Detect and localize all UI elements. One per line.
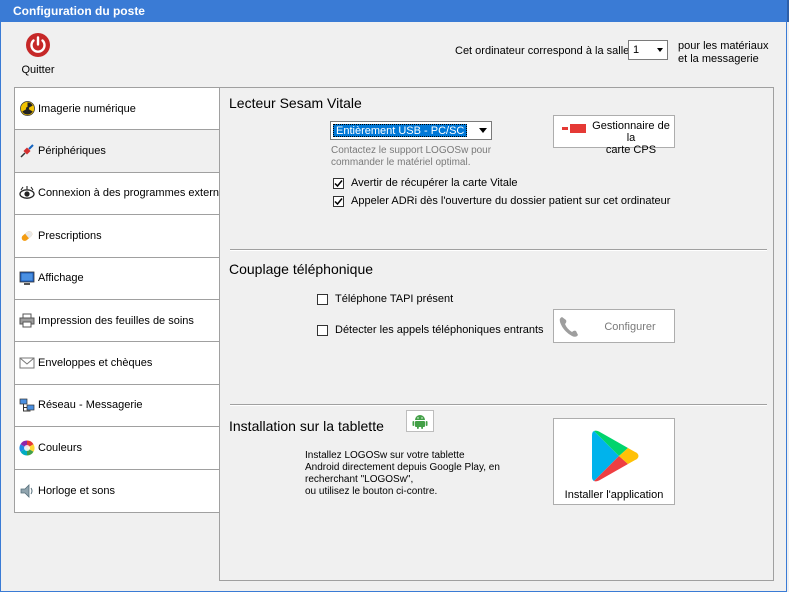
install-app-button[interactable]: Installer l'application — [553, 418, 675, 505]
color-wheel-icon — [19, 440, 35, 456]
checkbox-checked — [333, 195, 344, 207]
chevron-down-icon — [657, 48, 663, 52]
salle-select[interactable]: 1 — [628, 40, 668, 60]
install-instructions: Installez LOGOSw sur votre tablette Andr… — [305, 450, 500, 497]
checkbox-unchecked — [317, 324, 328, 336]
cps-card-icon — [560, 124, 586, 133]
incoming-calls-checkbox[interactable]: Détecter les appels téléphoniques entran… — [317, 324, 544, 336]
phone-section-title: Couplage téléphonique — [229, 261, 374, 277]
install-app-label: Installer l'application — [564, 489, 664, 501]
phone-icon — [559, 317, 578, 337]
nav-item-label: Horloge et sons — [38, 484, 116, 497]
nav-item-label: Affichage — [38, 272, 84, 285]
nav-item-label: Couleurs — [38, 441, 83, 454]
reader-type-value: Entièrement USB - PC/SC — [333, 124, 468, 137]
configure-phone-button[interactable]: Configurer — [553, 309, 675, 343]
section-divider — [230, 404, 767, 406]
tapi-checkbox[interactable]: Téléphone TAPI présent — [317, 293, 453, 305]
nav-item-prescriptions[interactable]: Prescriptions — [15, 215, 219, 258]
pill-icon — [19, 228, 35, 244]
sesam-section-title: Lecteur Sesam Vitale — [229, 95, 362, 111]
settings-panel: Lecteur Sesam Vitale Entièrement USB - P… — [219, 87, 774, 581]
nav-item-label: Prescriptions — [38, 229, 102, 242]
salle-label: Cet ordinateur correspond à la salle — [455, 45, 630, 57]
power-icon — [26, 33, 50, 57]
checkbox-checked — [333, 177, 344, 189]
nav-item-imagerie[interactable]: Imagerie numérique — [15, 88, 219, 131]
android-icon — [406, 410, 434, 432]
printer-icon — [19, 313, 35, 329]
speaker-icon — [19, 483, 35, 499]
nav-item-impression[interactable]: Impression des feuilles de soins — [15, 299, 219, 343]
radiation-icon — [19, 101, 35, 117]
nav-item-label: Impression des feuilles de soins — [38, 314, 194, 327]
network-icon — [19, 397, 35, 413]
nav-item-label: Enveloppes et chèques — [38, 357, 153, 370]
adri-call-checkbox[interactable]: Appeler ADRi dès l'ouverture du dossier … — [333, 195, 670, 207]
nav-item-label: Réseau - Messagerie — [38, 399, 143, 412]
nav-item-reseau[interactable]: Réseau - Messagerie — [15, 384, 219, 428]
salle-value: 1 — [633, 44, 640, 56]
nav-item-label: Périphériques — [38, 145, 106, 158]
chevron-down-icon — [475, 122, 491, 139]
eye-icon — [19, 185, 35, 201]
vitale-reminder-checkbox[interactable]: Avertir de récupérer la carte Vitale — [333, 177, 518, 189]
nav-item-couleurs[interactable]: Couleurs — [15, 427, 219, 470]
nav-item-horloge[interactable]: Horloge et sons — [15, 469, 219, 512]
tablet-section-title: Installation sur la tablette — [229, 418, 384, 434]
section-divider — [230, 249, 767, 251]
support-hint: Contactez le support LOGOSw pour command… — [331, 145, 492, 168]
nav-item-label: Imagerie numérique — [38, 102, 136, 115]
quit-label: Quitter — [21, 64, 55, 76]
quit-button[interactable]: Quitter — [16, 32, 60, 76]
reader-type-select[interactable]: Entièrement USB - PC/SC — [330, 121, 492, 140]
salle-suffix: pour les matériaux et la messagerie — [678, 40, 769, 65]
nav-item-peripheriques[interactable]: Périphériques — [15, 130, 219, 173]
cps-manager-label: Gestionnaire de la carte CPS — [592, 120, 670, 156]
category-nav: Imagerie numérique Périphériques Connexi… — [14, 87, 231, 513]
nav-item-label: Connexion à des programmes externes — [38, 187, 231, 200]
nav-item-connexion[interactable]: Connexion à des programmes externes — [15, 172, 231, 216]
nav-item-affichage[interactable]: Affichage — [15, 257, 219, 300]
checkbox-unchecked — [317, 293, 328, 305]
cps-manager-button[interactable]: Gestionnaire de la carte CPS — [553, 115, 675, 156]
monitor-icon — [19, 270, 35, 286]
google-play-icon — [592, 430, 639, 482]
window-title: Configuration du poste — [0, 0, 789, 22]
nav-item-enveloppes[interactable]: Enveloppes et chèques — [15, 342, 219, 385]
envelope-icon — [19, 355, 35, 371]
cable-icon — [19, 143, 35, 159]
configure-label: Configurer — [604, 321, 656, 333]
